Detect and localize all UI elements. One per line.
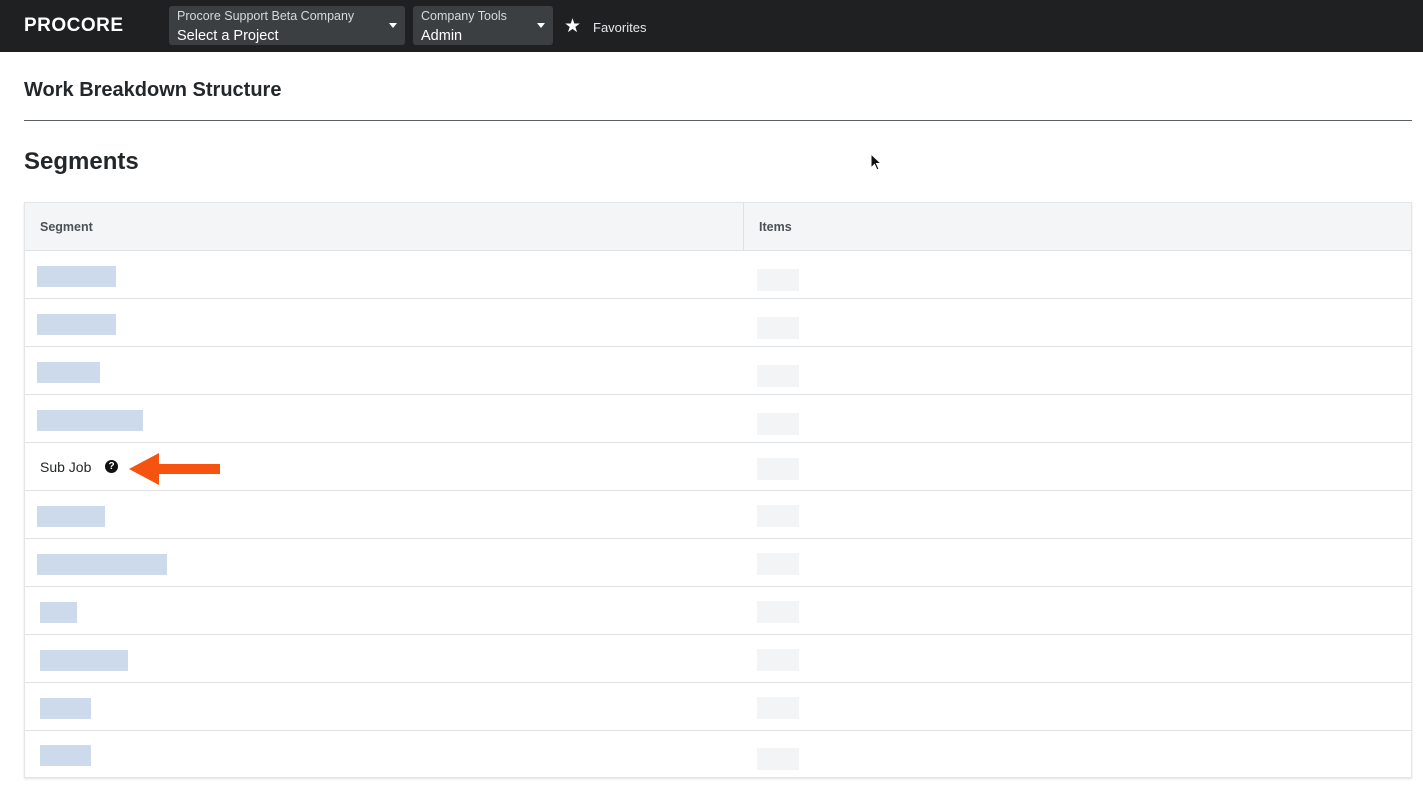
redacted-item-count	[757, 269, 799, 291]
segments-table: Segment Items Sub Job ?	[24, 202, 1412, 778]
redacted-segment-name	[40, 745, 91, 766]
arrow-left-icon	[129, 453, 220, 485]
table-row-sub-job[interactable]: Sub Job ?	[25, 443, 1411, 491]
top-navigation-bar: PROCORE Procore Support Beta Company Sel…	[0, 0, 1423, 52]
project-select-value: Select a Project	[177, 28, 279, 44]
column-header-items[interactable]: Items	[759, 220, 792, 234]
redacted-segment-name	[37, 506, 105, 527]
question-circle-icon[interactable]: ?	[105, 460, 118, 473]
redacted-item-count	[757, 748, 799, 770]
column-header-segment[interactable]: Segment	[40, 220, 93, 234]
redacted-item-count	[757, 649, 799, 671]
redacted-item-count	[757, 697, 799, 719]
redacted-segment-name	[37, 554, 167, 575]
mouse-cursor-icon	[870, 153, 883, 171]
table-row[interactable]	[25, 635, 1411, 683]
table-row[interactable]	[25, 587, 1411, 635]
company-name-label: Procore Support Beta Company	[177, 9, 355, 23]
table-row[interactable]	[25, 347, 1411, 395]
column-divider	[743, 203, 744, 251]
table-header: Segment Items	[25, 203, 1411, 251]
favorites-link[interactable]: Favorites	[593, 20, 646, 35]
redacted-item-count	[757, 413, 799, 435]
table-row[interactable]	[25, 491, 1411, 539]
redacted-item-count	[757, 505, 799, 527]
title-divider	[24, 120, 1412, 121]
redacted-segment-name	[40, 698, 91, 719]
star-icon[interactable]: ★	[564, 17, 581, 37]
redacted-item-count	[757, 365, 799, 387]
redacted-item-count	[757, 553, 799, 575]
tools-picker-label: Company Tools	[421, 9, 507, 23]
redacted-segment-name	[37, 362, 100, 383]
table-row[interactable]	[25, 731, 1411, 779]
table-row[interactable]	[25, 395, 1411, 443]
table-row[interactable]	[25, 539, 1411, 587]
page-title: Work Breakdown Structure	[24, 79, 282, 101]
redacted-segment-name	[40, 602, 77, 623]
table-row[interactable]	[25, 299, 1411, 347]
tools-picker[interactable]: Company Tools Admin	[413, 6, 553, 45]
redacted-item-count	[757, 317, 799, 339]
table-row[interactable]	[25, 251, 1411, 299]
project-picker[interactable]: Procore Support Beta Company Select a Pr…	[169, 6, 405, 45]
redacted-segment-name	[37, 410, 143, 431]
segment-name[interactable]: Sub Job	[40, 459, 91, 475]
table-row[interactable]	[25, 683, 1411, 731]
redacted-segment-name	[37, 266, 116, 287]
caret-down-icon	[389, 23, 397, 28]
redacted-item-count	[757, 601, 799, 623]
tools-picker-value: Admin	[421, 28, 463, 44]
procore-logo[interactable]: PROCORE	[24, 15, 124, 37]
redacted-item-count	[757, 458, 799, 480]
redacted-segment-name	[37, 314, 116, 335]
section-title: Segments	[24, 148, 139, 175]
redacted-segment-name	[40, 650, 128, 671]
caret-down-icon	[537, 23, 545, 28]
